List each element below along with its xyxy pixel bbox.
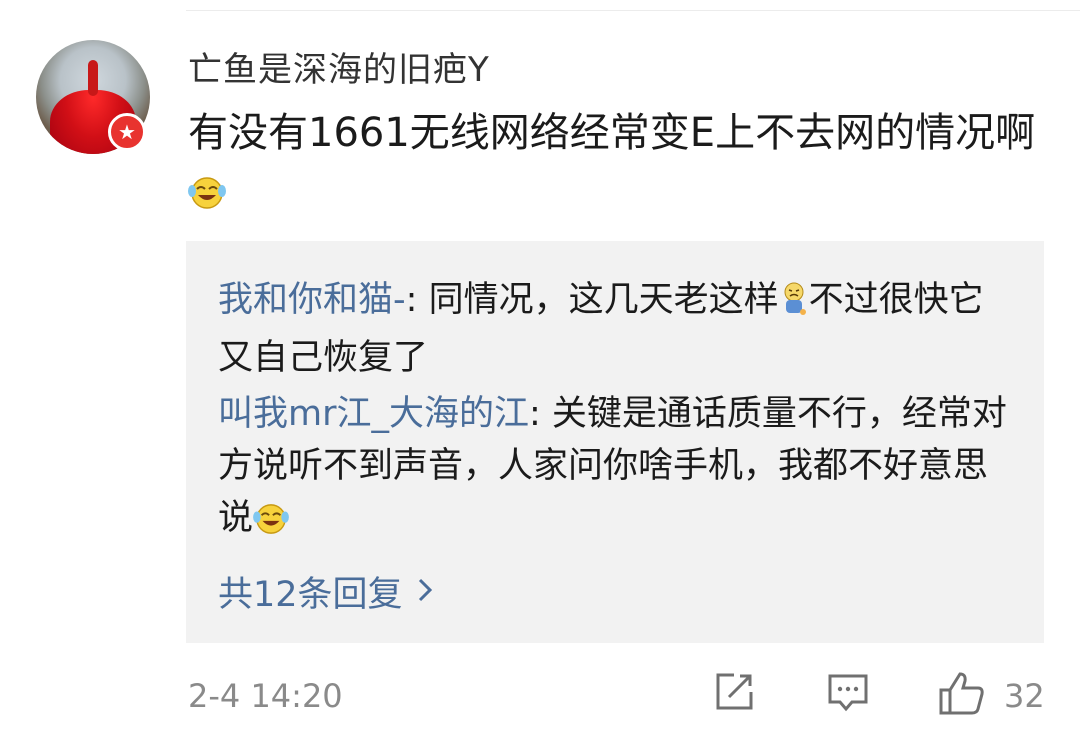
like-button[interactable] xyxy=(938,670,986,720)
verified-badge-icon: ★ xyxy=(108,113,146,151)
comment-button[interactable] xyxy=(826,670,870,718)
sad-kid-emoji-icon xyxy=(779,280,809,332)
reply-item[interactable]: 叫我mr江_大海的江: 关键是通话质量不行，经常对方说听不到声音，人家问你啥手机… xyxy=(218,388,1008,550)
share-button[interactable] xyxy=(712,670,756,718)
like-count: 32 xyxy=(1004,677,1045,715)
reply-separator: : xyxy=(529,394,552,434)
more-replies-link[interactable]: 共12条回复 xyxy=(218,566,433,617)
reply-username[interactable]: 我和你和猫- xyxy=(218,280,406,320)
comment-text: 有没有1661无线网络经常变E上不去网的情况啊 xyxy=(188,110,1036,156)
comment-body: 有没有1661无线网络经常变E上不去网的情况啊 xyxy=(188,104,1048,226)
comment-icon xyxy=(826,674,870,718)
thumbs-up-icon xyxy=(938,672,986,720)
laugh-cry-emoji-icon xyxy=(188,168,226,226)
avatar-image-figure xyxy=(88,60,98,96)
chevron-right-icon xyxy=(417,572,433,612)
reply-username[interactable]: 叫我mr江_大海的江 xyxy=(218,394,529,434)
reply-item[interactable]: 我和你和猫-: 同情况，这几天老这样 不过很快它又自己恢复了 xyxy=(218,274,1008,384)
replies-box[interactable]: 我和你和猫-: 同情况，这几天老这样 不过很快它又自己恢复了 叫我mr江_大海的… xyxy=(186,241,1044,643)
comment-timestamp: 2-4 14:20 xyxy=(188,677,343,715)
laugh-cry-emoji-icon xyxy=(253,498,289,550)
reply-separator: : xyxy=(405,280,429,320)
comment-username[interactable]: 亡鱼是深海的旧疤Y xyxy=(188,42,490,91)
divider xyxy=(186,10,1080,11)
more-replies-label: 共12条回复 xyxy=(218,575,403,615)
share-icon xyxy=(712,673,756,718)
reply-text: 同情况，这几天老这样 xyxy=(428,280,779,320)
